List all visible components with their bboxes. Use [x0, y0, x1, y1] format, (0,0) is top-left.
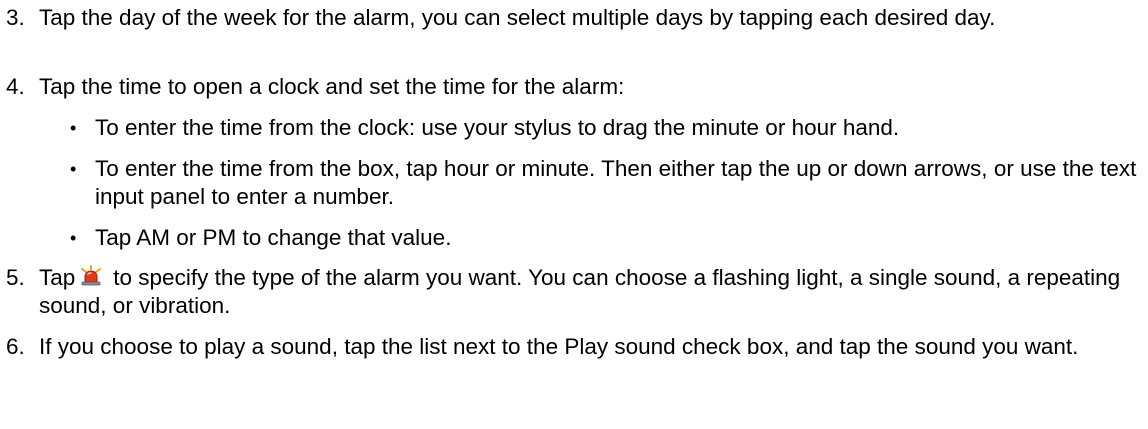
step-text-after-icon: to specify the type of the alarm you wan… [39, 265, 1121, 318]
step-text: Tap the time to open a clock and set the… [39, 74, 625, 99]
bullet-text: To enter the time from the box, tap hour… [95, 156, 1137, 209]
step-text: Tap the day of the week for the alarm, y… [39, 5, 996, 30]
bullet-text: Tap AM or PM to change that value. [95, 225, 452, 250]
step-4: 4. Tap the time to open a clock and set … [6, 73, 1144, 101]
bullet-dot: • [70, 159, 77, 179]
instruction-document: 3. Tap the day of the week for the alarm… [0, 0, 1148, 429]
step-text: Tap to specify the type of the alarm you… [39, 264, 1144, 320]
bullet-item: • To enter the time from the clock: use … [70, 114, 1144, 142]
step-5: 5. Tap to specify the type of the alarm … [6, 264, 1144, 320]
step-3: 3. Tap the day of the week for the alarm… [6, 4, 1144, 32]
bullet-dot: • [70, 228, 77, 248]
step-number: 4. [6, 74, 25, 99]
step-number: 3. [6, 5, 25, 30]
bullet-item: • Tap AM or PM to change that value. [70, 224, 1144, 252]
bullet-dot: • [70, 118, 77, 138]
bullet-text: To enter the time from the clock: use yo… [95, 115, 900, 140]
bullet-item: • To enter the time from the box, tap ho… [70, 155, 1144, 211]
step-number: 5. [6, 265, 25, 290]
step-6: 6. If you choose to play a sound, tap th… [6, 333, 1144, 361]
step-text: If you choose to play a sound, tap the l… [39, 334, 1079, 359]
step-text-before-icon: Tap [39, 265, 76, 290]
alarm-bell-icon [81, 265, 102, 286]
step-number: 6. [6, 334, 25, 359]
